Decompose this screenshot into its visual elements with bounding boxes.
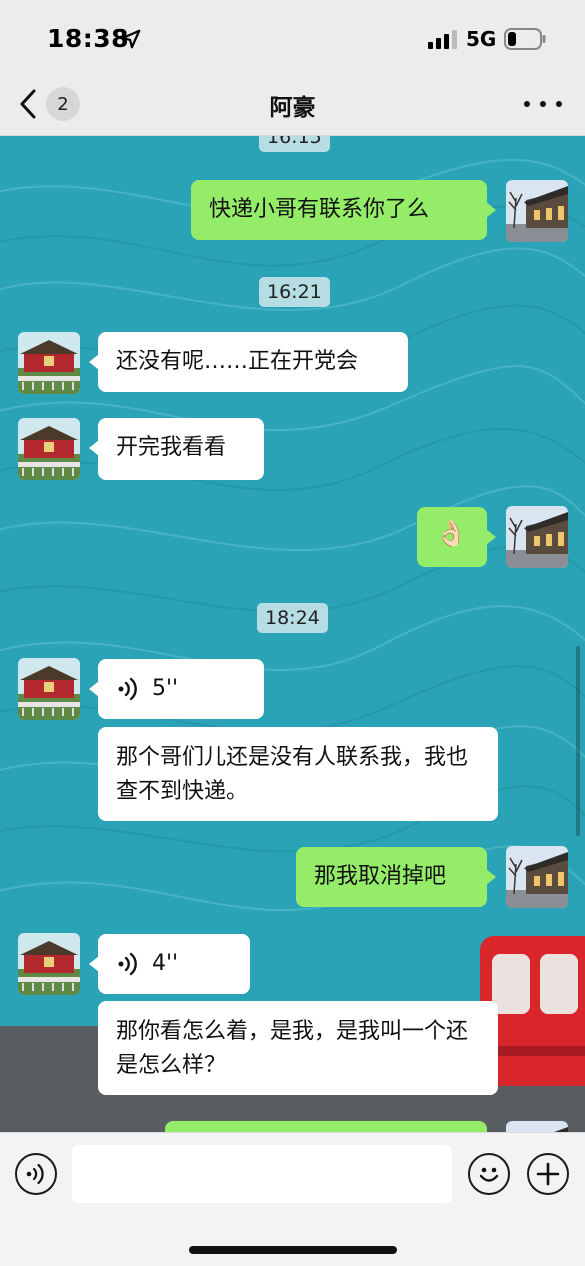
network-label: 5G <box>466 27 497 51</box>
voice-duration: 5'' <box>152 676 179 701</box>
ok-hand-emoji: 👌🏻 <box>435 519 468 549</box>
message-text: 开完我看看 <box>116 435 227 460</box>
avatar-me[interactable] <box>506 846 568 908</box>
avatar-me-partial[interactable] <box>506 1121 568 1132</box>
timestamp: 18:24 <box>257 603 328 633</box>
avatar-me[interactable] <box>506 180 568 242</box>
message-text: 那我取消掉吧 <box>314 864 447 889</box>
timestamp: 16:21 <box>259 277 330 307</box>
voice-transcript-bubble[interactable]: 那个哥们儿还是没有人联系我，我也查不到快递。 <box>98 727 498 821</box>
top-bar: 18:38 5G 2 阿豪 <box>0 0 585 136</box>
message-bubble-outgoing[interactable]: 那我取消掉吧 <box>296 847 496 907</box>
battery-icon <box>504 28 546 50</box>
home-indicator[interactable] <box>189 1246 397 1254</box>
plus-icon <box>536 1162 560 1186</box>
message-bubble-incoming[interactable]: 开完我看看 <box>89 418 264 480</box>
voice-toggle-button[interactable] <box>15 1153 57 1195</box>
voice-message-bubble[interactable]: 4'' <box>89 934 250 994</box>
more-button[interactable] <box>524 92 562 116</box>
more-dots-icon <box>524 101 530 107</box>
location-arrow-icon <box>121 29 141 49</box>
avatar-me[interactable] <box>506 506 568 568</box>
message-bubble-outgoing[interactable]: 快递小哥有联系你了么 <box>191 180 496 240</box>
message-text: 快递小哥有联系你了么 <box>209 197 430 222</box>
voice-message-bubble[interactable]: 5'' <box>89 659 264 719</box>
voice-wave-icon <box>118 677 137 701</box>
transcript-text: 那个哥们儿还是没有人联系我，我也查不到快递。 <box>116 745 469 804</box>
avatar-friend[interactable] <box>18 332 80 394</box>
more-dot <box>540 101 546 107</box>
message-bubble-outgoing-partial[interactable] <box>165 1121 487 1132</box>
scrollbar[interactable] <box>576 646 580 836</box>
signal-icon <box>428 30 457 49</box>
back-button[interactable]: 2 <box>18 86 88 122</box>
emoji-icon <box>479 1167 499 1182</box>
avatar-friend[interactable] <box>18 933 80 995</box>
voice-transcript-bubble[interactable]: 那你看怎么着，是我，是我叫一个还是怎么样？ <box>98 1001 498 1095</box>
voice-wave-icon <box>118 952 137 976</box>
message-text: 还没有呢……正在开党会 <box>116 349 359 374</box>
avatar-friend[interactable] <box>18 418 80 480</box>
add-button[interactable] <box>527 1153 569 1195</box>
message-input[interactable] <box>72 1145 452 1203</box>
voice-duration: 4'' <box>152 951 179 976</box>
status-time: 18:38 <box>47 24 130 53</box>
unread-count-badge: 2 <box>46 87 80 121</box>
message-bubble-outgoing[interactable]: 👌🏻 <box>417 507 496 567</box>
voice-icon <box>26 1163 44 1185</box>
more-dot <box>556 101 562 107</box>
chevron-left-icon <box>20 89 36 119</box>
message-bubble-incoming[interactable]: 还没有呢……正在开党会 <box>89 332 408 392</box>
emoji-button[interactable] <box>468 1153 510 1195</box>
transcript-text: 那你看怎么着，是我，是我叫一个还是怎么样？ <box>116 1019 469 1078</box>
avatar-friend[interactable] <box>18 658 80 720</box>
